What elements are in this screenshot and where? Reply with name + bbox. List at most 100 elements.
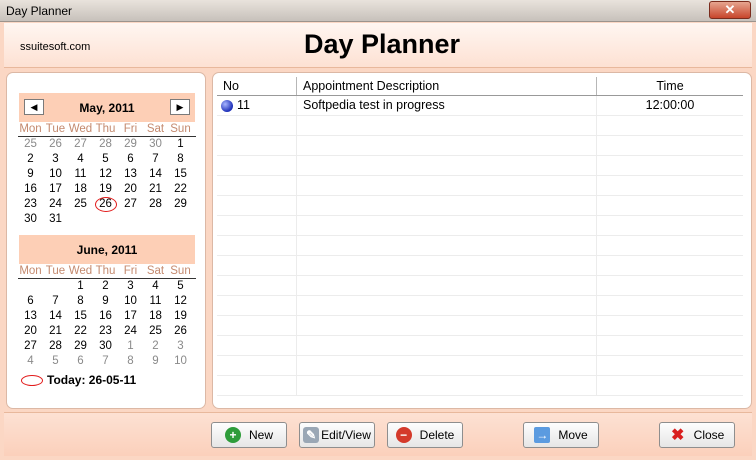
day-cell[interactable]: 1 [118, 339, 143, 354]
day-cell[interactable]: 8 [68, 294, 93, 309]
day-cell[interactable]: 28 [93, 137, 118, 152]
empty-cell [297, 296, 597, 315]
day-cell[interactable]: 1 [68, 279, 93, 294]
empty-cell [297, 316, 597, 335]
day-cell[interactable]: 17 [43, 182, 68, 197]
day-cell[interactable]: 2 [18, 152, 43, 167]
day-cell[interactable]: 24 [43, 197, 68, 212]
day-cell[interactable]: 11 [143, 294, 168, 309]
day-cell[interactable]: 14 [143, 167, 168, 182]
day-cell[interactable]: 21 [143, 182, 168, 197]
day-cell[interactable]: 29 [168, 197, 193, 212]
window-close-button[interactable]: ✕ [709, 1, 751, 19]
day-cell[interactable]: 11 [68, 167, 93, 182]
column-header-time[interactable]: Time [597, 77, 743, 95]
new-button[interactable]: + New [211, 422, 287, 448]
day-cell[interactable]: 20 [18, 324, 43, 339]
today-label: Today: 26-05-11 [47, 373, 137, 387]
day-cell[interactable]: 5 [168, 279, 193, 294]
day-cell[interactable]: 20 [118, 182, 143, 197]
day-cell[interactable]: 21 [43, 324, 68, 339]
day-cell[interactable]: 30 [143, 137, 168, 152]
day-cell[interactable]: 3 [43, 152, 68, 167]
day-cell[interactable]: 18 [68, 182, 93, 197]
day-cell[interactable]: 2 [93, 279, 118, 294]
day-cell[interactable]: 9 [93, 294, 118, 309]
day-cell[interactable]: 1 [168, 137, 193, 152]
empty-cell [297, 356, 597, 375]
weekday-label: Mon [19, 265, 42, 277]
day-cell[interactable]: 17 [118, 309, 143, 324]
edit-view-button[interactable]: ✎ Edit/View [299, 422, 375, 448]
day-cell[interactable]: 13 [18, 309, 43, 324]
day-cell[interactable]: 27 [118, 197, 143, 212]
day-cell[interactable]: 23 [93, 324, 118, 339]
day-cell[interactable]: 16 [93, 309, 118, 324]
day-cell[interactable]: 12 [93, 167, 118, 182]
day-cell[interactable]: 9 [18, 167, 43, 182]
day-cell[interactable]: 27 [68, 137, 93, 152]
column-header-description[interactable]: Appointment Description [297, 77, 597, 95]
day-cell[interactable]: 4 [68, 152, 93, 167]
day-cell[interactable]: 8 [118, 354, 143, 369]
day-cell[interactable]: 10 [43, 167, 68, 182]
day-cell[interactable]: 26 [43, 137, 68, 152]
day-cell[interactable]: 6 [68, 354, 93, 369]
day-cell[interactable]: 8 [168, 152, 193, 167]
day-cell[interactable]: 15 [168, 167, 193, 182]
day-cell[interactable]: 3 [118, 279, 143, 294]
day-cell[interactable]: 23 [18, 197, 43, 212]
empty-cell [597, 316, 743, 335]
day-cell[interactable]: 25 [18, 137, 43, 152]
day-cell[interactable]: 30 [18, 212, 43, 227]
day-cell[interactable]: 30 [93, 339, 118, 354]
day-cell[interactable]: 25 [68, 197, 93, 212]
day-cell[interactable]: 10 [168, 354, 193, 369]
june-weeks: 1 2 3 4 5 6 7 8 9 10 11 12 13 14 15 16 17 18 19 20 21 22 23 24 2… [19, 279, 195, 369]
day-cell[interactable]: 7 [93, 354, 118, 369]
day-cell[interactable]: 12 [168, 294, 193, 309]
column-header-no[interactable]: No [217, 77, 297, 95]
day-cell[interactable]: 16 [18, 182, 43, 197]
move-button[interactable]: → Move [523, 422, 599, 448]
day-cell[interactable]: 5 [93, 152, 118, 167]
close-button[interactable]: ✖ Close [659, 422, 735, 448]
day-cell[interactable]: 26 [93, 197, 118, 212]
day-cell[interactable]: 6 [118, 152, 143, 167]
appointments-panel: No Appointment Description Time 11 Softp… [212, 72, 752, 409]
day-cell[interactable]: 10 [118, 294, 143, 309]
day-cell[interactable]: 22 [168, 182, 193, 197]
day-cell[interactable]: 2 [143, 339, 168, 354]
day-cell[interactable]: 27 [18, 339, 43, 354]
day-cell[interactable]: 7 [43, 294, 68, 309]
delete-button[interactable]: − Delete [387, 422, 463, 448]
today-indicator[interactable]: Today: 26-05-11 [21, 373, 136, 387]
day-cell[interactable]: 13 [118, 167, 143, 182]
day-cell[interactable]: 4 [143, 279, 168, 294]
day-cell[interactable]: 18 [143, 309, 168, 324]
day-cell[interactable]: 19 [93, 182, 118, 197]
day-cell[interactable]: 24 [118, 324, 143, 339]
day-cell[interactable]: 22 [68, 324, 93, 339]
day-cell[interactable]: 29 [118, 137, 143, 152]
day-cell[interactable]: 28 [143, 197, 168, 212]
day-cell[interactable]: 9 [143, 354, 168, 369]
day-cell[interactable]: 6 [18, 294, 43, 309]
day-cell[interactable]: 28 [43, 339, 68, 354]
empty-cell [597, 276, 743, 295]
day-cell[interactable]: 25 [143, 324, 168, 339]
move-icon: → [534, 427, 551, 443]
month-may: ◀ May, 2011 ▶ Mon Tue Wed Thu Fri Sat Su… [18, 93, 196, 227]
day-cell[interactable]: 19 [168, 309, 193, 324]
day-cell[interactable]: 14 [43, 309, 68, 324]
day-cell[interactable]: 4 [18, 354, 43, 369]
day-cell[interactable]: 31 [43, 212, 68, 227]
day-cell[interactable]: 3 [168, 339, 193, 354]
day-cell[interactable]: 26 [168, 324, 193, 339]
day-cell[interactable]: 5 [43, 354, 68, 369]
day-cell[interactable]: 15 [68, 309, 93, 324]
day-cell[interactable]: 29 [68, 339, 93, 354]
day-cell[interactable]: 7 [143, 152, 168, 167]
next-month-button[interactable]: ▶ [170, 99, 190, 115]
appointment-row[interactable]: 11 Softpedia test in progress 12:00:00 [217, 96, 743, 116]
